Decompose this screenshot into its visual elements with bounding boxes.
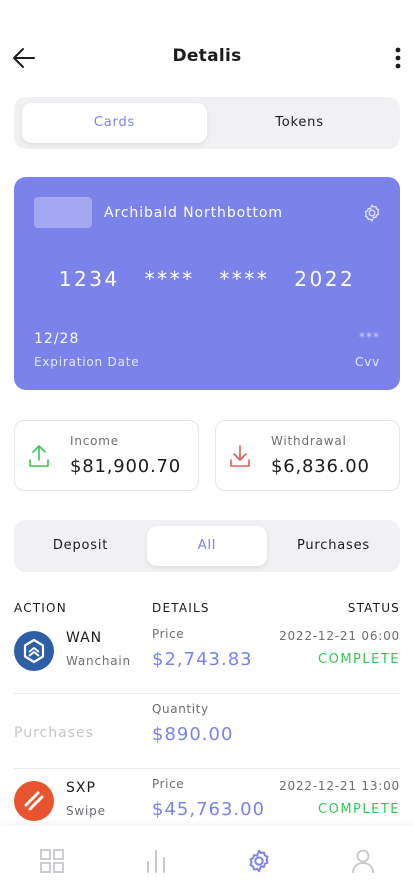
withdrawal-card[interactable]: Withdrawal $6,836.00 <box>215 420 400 491</box>
filter-purchases[interactable]: Purchases <box>267 526 400 566</box>
coin-symbol: SXP <box>66 780 96 796</box>
coin-name: Wanchain <box>66 654 131 668</box>
wanchain-coin-icon <box>14 631 54 671</box>
card-number-group: **** <box>219 267 270 291</box>
coin-name: Swipe <box>66 804 106 818</box>
detail-label: Price <box>152 627 185 641</box>
filter-deposit[interactable]: Deposit <box>14 526 147 566</box>
tab-tokens[interactable]: Tokens <box>207 103 392 143</box>
column-header-status: STATUS <box>347 601 400 615</box>
coin-symbol: WAN <box>66 630 103 646</box>
detail-value: $890.00 <box>152 724 234 745</box>
status-badge: COMPLETE <box>318 652 400 667</box>
chart-icon[interactable] <box>143 848 169 874</box>
more-options-icon[interactable] <box>392 44 404 72</box>
cvv-label: Cvv <box>355 355 380 369</box>
tab-cards[interactable]: Cards <box>22 103 207 143</box>
profile-icon[interactable] <box>350 848 376 874</box>
income-value: $81,900.70 <box>70 456 182 477</box>
card-number: 1234 **** **** 2022 <box>14 267 400 291</box>
status-badge: COMPLETE <box>318 802 400 817</box>
card-holder-name: Archibald Northbottom <box>104 205 283 221</box>
row-date: 2022-12-21 06:00 <box>279 629 400 643</box>
withdrawal-label: Withdrawal <box>271 434 347 448</box>
cvv-value: *** <box>359 330 380 344</box>
credit-card[interactable]: Archibald Northbottom 1234 **** **** 202… <box>14 177 400 390</box>
swipe-coin-icon <box>14 781 54 821</box>
upload-icon <box>29 445 49 467</box>
expiration-date-label: Expiration Date <box>34 355 140 369</box>
card-number-group: 2022 <box>294 267 356 291</box>
card-number-group: **** <box>144 267 195 291</box>
income-card[interactable]: Income $81,900.70 <box>14 420 199 491</box>
gear-icon[interactable] <box>246 848 272 874</box>
detail-label: Price <box>152 777 185 791</box>
detail-value: $45,763.00 <box>152 799 266 820</box>
column-header-action: ACTION <box>14 601 67 615</box>
bottom-tab-bar <box>0 826 414 896</box>
table-row[interactable]: Purchases Quantity $890.00 <box>14 694 400 769</box>
download-icon <box>230 445 250 467</box>
table-row[interactable]: WAN Wanchain Price $2,743.83 2022-12-21 … <box>14 619 400 694</box>
card-settings-gear-icon[interactable] <box>362 203 382 223</box>
detail-label: Quantity <box>152 702 209 716</box>
card-chip <box>34 197 92 228</box>
withdrawal-value: $6,836.00 <box>271 456 370 477</box>
transaction-filter: Deposit All Purchases <box>14 520 400 572</box>
expiration-date-value: 12/28 <box>34 331 80 347</box>
cards-tokens-switch: Cards Tokens <box>14 97 400 149</box>
detail-value: $2,743.83 <box>152 649 253 670</box>
filter-all[interactable]: All <box>147 526 267 566</box>
page-title: Detalis <box>172 46 242 66</box>
grid-icon[interactable] <box>39 848 65 874</box>
card-number-group: 1234 <box>58 267 120 291</box>
row-date: 2022-12-21 13:00 <box>279 779 400 793</box>
column-header-details: DETAILS <box>152 601 210 615</box>
action-label: Purchases <box>14 725 94 741</box>
income-label: Income <box>70 434 119 448</box>
